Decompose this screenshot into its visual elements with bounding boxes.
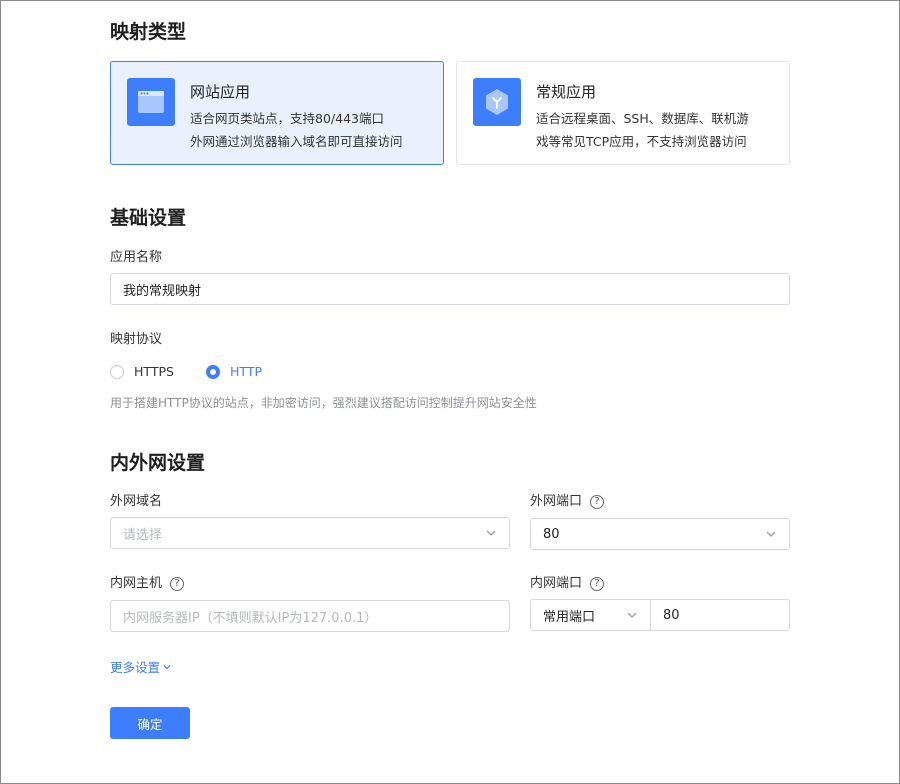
radio-http[interactable]: HTTP: [206, 364, 262, 379]
chevron-down-icon: [627, 612, 637, 618]
radio-label: HTTP: [230, 364, 262, 379]
card-desc-line: 外网通过浏览器输入域名即可直接访问: [190, 134, 403, 149]
int-host-input[interactable]: 内网服务器IP（不填则默认IP为127.0.0.1）: [110, 600, 510, 632]
protocol-hint: 用于搭建HTTP协议的站点，非加密访问，强烈建议搭配访问控制提升网站安全性: [110, 396, 537, 410]
radio-label: HTTPS: [134, 364, 174, 379]
ext-port-select[interactable]: 80: [530, 518, 790, 550]
help-icon[interactable]: ?: [170, 576, 185, 591]
card-desc-line: 适合网页类站点，支持80/443端口: [190, 111, 384, 126]
more-settings-label: 更多设置: [110, 660, 161, 675]
radio-https[interactable]: HTTPS: [110, 364, 174, 379]
app-name-input[interactable]: 我的常规映射: [110, 273, 790, 305]
int-host-label: 内网主机?: [110, 572, 185, 591]
int-port-type-select[interactable]: 常用端口: [530, 599, 651, 631]
ext-domain-select[interactable]: 请选择: [110, 517, 510, 549]
int-port-label: 内网端口?: [530, 572, 605, 591]
confirm-button[interactable]: 确定: [110, 707, 190, 739]
card-website-app[interactable]: 网站应用 适合网页类站点，支持80/443端口 外网通过浏览器输入域名即可直接访…: [110, 61, 444, 165]
chevron-down-icon: [766, 531, 776, 537]
app-name-label: 应用名称: [110, 250, 163, 265]
radio-circle[interactable]: [110, 364, 124, 379]
help-icon[interactable]: ?: [590, 576, 605, 591]
int-port-input[interactable]: 80: [650, 599, 790, 631]
radio-circle[interactable]: [206, 364, 220, 379]
card-title: 网站应用: [190, 83, 251, 101]
hexagon-app-icon: [473, 78, 521, 126]
ext-domain-placeholder: 请选择: [123, 527, 163, 543]
chevron-down-icon: [163, 664, 171, 669]
ext-port-value: 80: [543, 526, 560, 542]
more-settings-link[interactable]: 更多设置: [110, 657, 172, 676]
card-description: 适合网页类站点，支持80/443端口 外网通过浏览器输入域名即可直接访问: [190, 107, 440, 153]
chevron-down-icon: [486, 530, 496, 536]
section-title-network: 内外网设置: [110, 452, 206, 474]
section-title-mapping-type: 映射类型: [110, 21, 187, 43]
card-title: 常规应用: [536, 83, 597, 101]
ext-port-label: 外网端口?: [530, 490, 605, 509]
int-port-value: 80: [663, 607, 680, 623]
form-panel: 映射类型 网站应用 适合网页类站点，支持80/443端口 外网通过浏览器输入域名…: [0, 0, 900, 784]
section-title-basic: 基础设置: [110, 207, 187, 229]
card-desc-line: 戏等常见TCP应用，不支持浏览器访问: [536, 134, 747, 149]
int-port-type-value: 常用端口: [543, 609, 596, 625]
protocol-label: 映射协议: [110, 332, 163, 347]
ext-domain-label: 外网域名: [110, 494, 163, 509]
help-icon[interactable]: ?: [590, 494, 605, 509]
browser-window-icon: [127, 78, 175, 126]
ext-port-label-text: 外网端口: [530, 494, 583, 509]
app-name-value: 我的常规映射: [123, 283, 202, 299]
card-desc-line: 适合远程桌面、SSH、数据库、联机游: [536, 111, 749, 126]
card-description: 适合远程桌面、SSH、数据库、联机游 戏等常见TCP应用，不支持浏览器访问: [536, 107, 786, 153]
int-port-label-text: 内网端口: [530, 576, 583, 591]
int-host-placeholder: 内网服务器IP（不填则默认IP为127.0.0.1）: [123, 610, 378, 626]
int-host-label-text: 内网主机: [110, 576, 163, 591]
card-general-app[interactable]: 常规应用 适合远程桌面、SSH、数据库、联机游 戏等常见TCP应用，不支持浏览器…: [456, 61, 790, 165]
